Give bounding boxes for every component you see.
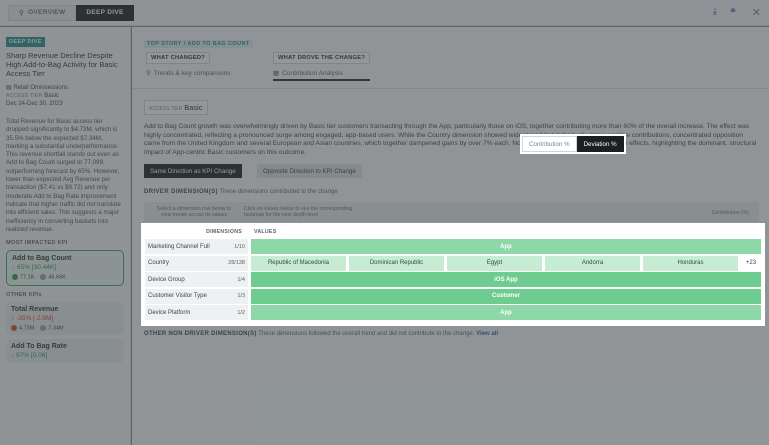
what-drove-sub: Contribution Analysis bbox=[282, 69, 343, 77]
dimension-name: Country bbox=[148, 260, 170, 266]
same-direction-button[interactable]: Same Direction as KPI Change bbox=[144, 164, 242, 178]
value-cell[interactable]: Egypt bbox=[447, 255, 542, 271]
tier-key: ACCESS TIER bbox=[6, 93, 43, 99]
story-summary: Total Revenue for Basic access tier drop… bbox=[6, 118, 121, 233]
value-cell[interactable]: Dominican Republic bbox=[349, 255, 444, 271]
value-cell[interactable]: Honduras bbox=[643, 255, 738, 271]
date-range: Dec 24-Dec 30, 2023 bbox=[6, 101, 63, 107]
story-title: Sharp Revenue Decline Despite High Add-t… bbox=[6, 51, 118, 78]
driver-dimensions-title: DRIVER DIMENSION(S) These dimensions con… bbox=[144, 189, 338, 195]
table-row[interactable]: Marketing Channel Full 1/10 App bbox=[145, 239, 761, 255]
dimension-name: Device Platform bbox=[148, 309, 191, 316]
what-changed-sub: Trends & key comparisons bbox=[153, 69, 231, 77]
analysis-paragraph: Add to Bag Count growth was overwhelming… bbox=[144, 123, 757, 156]
sidebar: DEEP DIVE Sharp Revenue Decline Despite … bbox=[0, 27, 131, 445]
access-value: Basic bbox=[184, 103, 203, 112]
driver-desc: These dimensions contributed to the chan… bbox=[219, 189, 338, 195]
opposite-direction-button[interactable]: Opposite Direction to KPI Change bbox=[257, 164, 362, 178]
dimension-count: 1/3 bbox=[237, 293, 245, 299]
kpi-expected: 7.34M bbox=[48, 325, 64, 332]
kpi-card-add-to-bag-count[interactable]: Add to Bag Count ↑ 65% [30.44K] 77.1K 46… bbox=[6, 250, 124, 286]
kpi-expected: 46.66K bbox=[48, 274, 66, 281]
view-all-link[interactable]: View all bbox=[476, 331, 498, 337]
table-row[interactable]: Customer Visitor Type 1/3 Customer bbox=[145, 288, 761, 304]
actual-dot-icon bbox=[12, 274, 18, 281]
dimension-count: 1/2 bbox=[237, 309, 245, 316]
dimension-name: Marketing Channel Full bbox=[148, 243, 210, 250]
close-icon[interactable]: ✕ bbox=[752, 6, 761, 19]
table-row[interactable]: Device Group 1/4 iOS App bbox=[145, 272, 761, 288]
access-key: ACCESS TIER bbox=[149, 106, 183, 112]
dimension-name: Device Group bbox=[148, 276, 185, 283]
link-icon[interactable]: ⚭ bbox=[727, 6, 739, 18]
value-cell[interactable]: Customer bbox=[251, 288, 761, 304]
magnifier-icon: ⚲ bbox=[146, 70, 151, 77]
dimension-name: Customer Visitor Type bbox=[148, 293, 207, 299]
deviation-toggle[interactable]: Deviation % bbox=[576, 136, 624, 152]
value-cell[interactable]: App bbox=[251, 305, 761, 320]
value-cell[interactable]: Andorra bbox=[545, 255, 640, 271]
metric-toggle: Contribution % Deviation % bbox=[520, 134, 626, 154]
expected-dot-icon bbox=[40, 274, 47, 281]
dimension-count: 1/10 bbox=[234, 243, 245, 250]
what-drove-label: WHAT DROVE THE CHANGE? bbox=[273, 52, 371, 64]
chart-icon: ▦ bbox=[273, 70, 280, 77]
tier-value: Basic bbox=[44, 93, 59, 99]
other-desc: These dimensions followed the overall tr… bbox=[258, 331, 475, 337]
most-impacted-heading: MOST IMPACTED KPI bbox=[6, 240, 68, 247]
other-dimensions: OTHER NON DRIVER DIMENSION(S) These dime… bbox=[144, 331, 498, 337]
story-meta: ▤ Retail Omnisessions ACCESS TIER Basic … bbox=[6, 84, 124, 108]
kpi-actual: 77.1K bbox=[20, 274, 35, 281]
kpi-delta: ↑ 97% [0.06] bbox=[11, 352, 48, 360]
product-icon: ▤ bbox=[6, 85, 12, 91]
legend-contribution: Contribution (%) bbox=[711, 210, 749, 216]
dimension-count: 1/4 bbox=[237, 276, 245, 283]
what-changed-label: WHAT CHANGED? bbox=[146, 52, 211, 64]
product-name: Retail Omnisessions bbox=[13, 85, 69, 91]
what-changed-tab[interactable]: WHAT CHANGED? ⚲ Trends & key comparisons bbox=[146, 52, 230, 77]
col-dimensions: DIMENSIONS bbox=[206, 229, 242, 235]
kpi-name: Total Revenue bbox=[11, 305, 59, 313]
value-cell[interactable]: App bbox=[251, 239, 761, 254]
kpi-name: Add to Bag Count bbox=[12, 255, 72, 263]
value-cell[interactable]: iOS App bbox=[251, 272, 761, 287]
kpi-card-add-to-bag-rate[interactable]: Add To Bag Rate ↑ 97% [0.06] bbox=[6, 339, 124, 364]
top-bar: ⚲ OVERVIEW DEEP DIVE ⤓ ⚭ ✕ bbox=[0, 0, 769, 26]
kpi-actual: 4.73M bbox=[19, 325, 35, 332]
contribution-toggle[interactable]: Contribution % bbox=[522, 136, 577, 152]
kpi-delta: ↑ 65% [30.44K] bbox=[12, 264, 57, 272]
kpi-delta: ↓ -35% [-2.6M] bbox=[11, 314, 54, 322]
actual-dot-icon bbox=[11, 324, 17, 331]
dimensions-table: DIMENSIONS VALUES Marketing Channel Full… bbox=[141, 223, 765, 326]
access-tier-filter[interactable]: ACCESS TIER Basic bbox=[144, 100, 208, 115]
download-icon[interactable]: ⤓ bbox=[709, 6, 721, 18]
table-row[interactable]: Device Platform 1/2 App bbox=[145, 305, 761, 321]
kpi-card-total-revenue[interactable]: Total Revenue ↓ -35% [-2.6M] 4.73M 7.34M bbox=[6, 301, 124, 336]
tab-divider bbox=[132, 88, 769, 89]
kpi-name: Add To Bag Rate bbox=[11, 343, 67, 351]
other-kpis-heading: OTHER KPIs bbox=[6, 291, 43, 298]
deep-dive-badge: DEEP DIVE bbox=[6, 37, 45, 47]
value-cell[interactable]: Republic of Macedonia bbox=[251, 255, 346, 271]
tab-deep-dive-label: DEEP DIVE bbox=[86, 9, 124, 16]
tab-deep-dive[interactable]: DEEP DIVE bbox=[76, 4, 134, 21]
col-values: VALUES bbox=[254, 229, 277, 235]
other-title: OTHER NON DRIVER DIMENSION(S) bbox=[144, 331, 257, 337]
more-values[interactable]: +23 bbox=[741, 256, 761, 271]
dimension-count: 28/138 bbox=[228, 260, 245, 266]
expected-dot-icon bbox=[40, 324, 47, 331]
driver-title: DRIVER DIMENSION(S) bbox=[144, 189, 218, 195]
what-drove-tab[interactable]: WHAT DROVE THE CHANGE? ▦ Contribution Ana… bbox=[273, 52, 371, 81]
table-row[interactable]: Country 28/138 Republic of Macedonia Domi… bbox=[145, 255, 761, 271]
tab-overview-label: OVERVIEW bbox=[28, 9, 66, 16]
story-breadcrumb: TOP STORY / ADD TO BAG COUNT bbox=[144, 40, 253, 48]
hint-row: Select a dimension row below to view tre… bbox=[144, 202, 759, 222]
hint-click-values: Click on values below to see the corresp… bbox=[244, 206, 353, 218]
search-icon: ⚲ bbox=[19, 9, 25, 17]
tab-overview[interactable]: ⚲ OVERVIEW bbox=[8, 4, 77, 21]
hint-select-row: Select a dimension row below to view tre… bbox=[156, 206, 232, 218]
